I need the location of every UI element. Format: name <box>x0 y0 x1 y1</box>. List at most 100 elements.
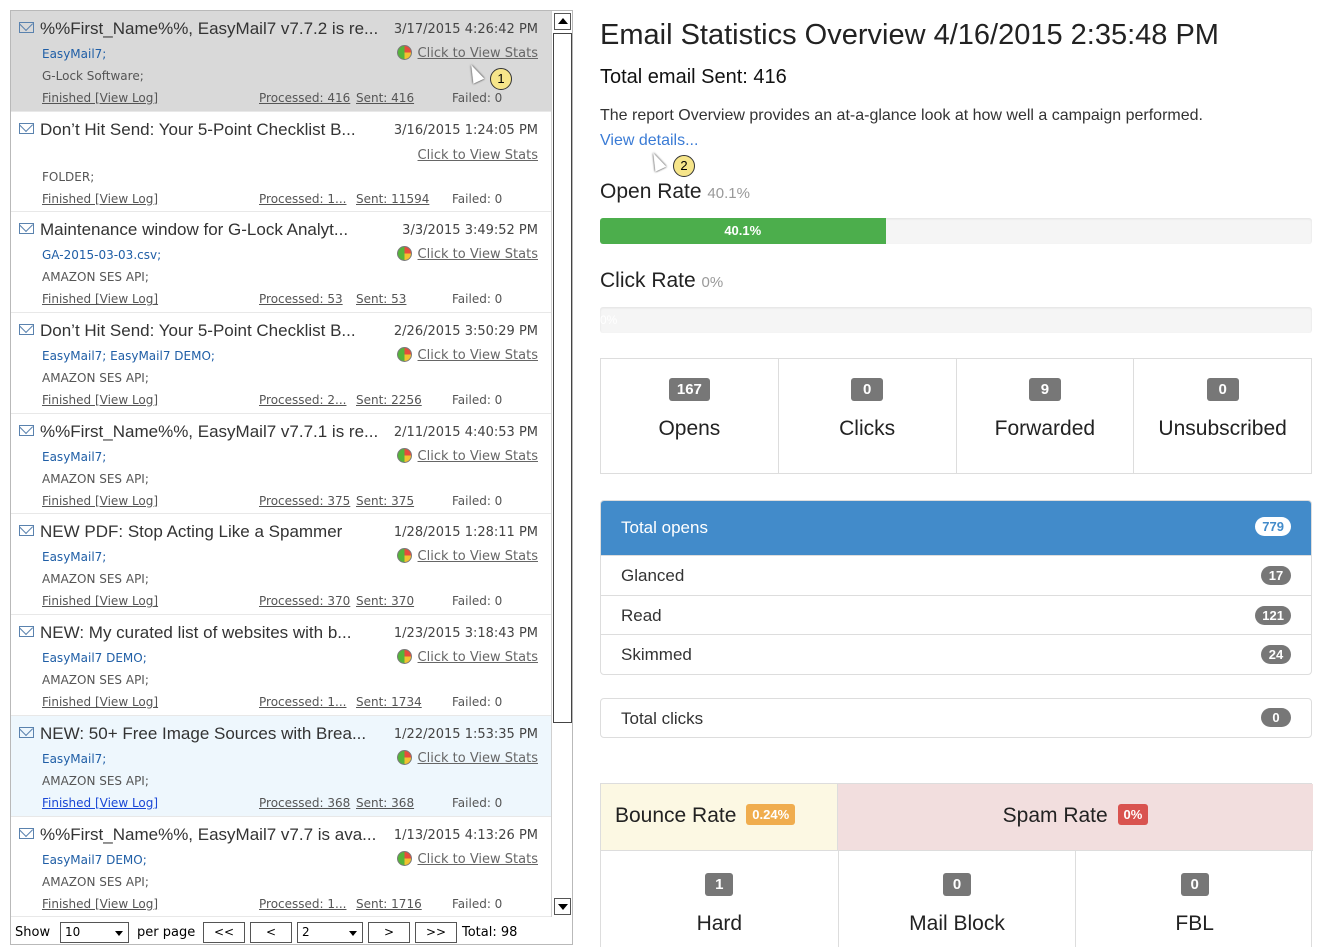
sent-link[interactable]: Sent: 416 <box>356 91 414 105</box>
mail-block-label: Mail Block <box>909 912 1005 935</box>
stats-pie-icon <box>396 749 412 765</box>
processed-link[interactable]: Processed: 370 <box>259 594 350 608</box>
processed-link[interactable]: Processed: 375 <box>259 494 350 508</box>
campaign-row[interactable]: NEW PDF: Stop Acting Like a Spammer 1/28/… <box>11 514 551 616</box>
campaign-sender: FOLDER; <box>42 169 95 184</box>
view-log-link[interactable]: Finished [View Log] <box>42 292 158 306</box>
view-log-link[interactable]: Finished [View Log] <box>42 494 158 508</box>
view-stats-text: Click to View Stats <box>417 549 538 565</box>
clicks-count: 0 <box>851 378 884 401</box>
prev-page-button[interactable]: < <box>250 922 292 943</box>
campaign-date: 1/13/2015 4:13:26 PM <box>393 827 538 843</box>
view-log-link[interactable]: Finished [View Log] <box>42 695 158 709</box>
sent-link[interactable]: Sent: 1716 <box>356 897 422 911</box>
sent-link[interactable]: Sent: 11594 <box>356 192 429 206</box>
sent-link[interactable]: Sent: 370 <box>356 594 414 608</box>
scroll-down-arrow-icon[interactable] <box>554 898 571 915</box>
failed-count: Failed: 0 <box>452 896 503 911</box>
scroll-up-arrow-icon[interactable] <box>554 13 571 30</box>
scrollbar-thumb[interactable] <box>553 33 572 723</box>
view-stats-link[interactable]: Click to View Stats <box>396 548 538 565</box>
hard-bounce-count: 1 <box>705 873 734 896</box>
processed-link[interactable]: Processed: 1... <box>259 192 346 206</box>
view-details-link[interactable]: View details... <box>600 132 698 150</box>
campaign-date: 2/26/2015 3:50:29 PM <box>393 324 538 340</box>
view-log-link[interactable]: Finished [View Log] <box>42 897 158 911</box>
bounce-spam-panel: Bounce Rate 0.24% Spam Rate 0% 1 Hard 0 … <box>600 783 1313 947</box>
processed-link[interactable]: Processed: 1... <box>259 897 346 911</box>
processed-link[interactable]: Processed: 368 <box>259 796 350 810</box>
view-log-link[interactable]: Finished [View Log] <box>42 91 158 105</box>
unsubscribed-count: 0 <box>1206 378 1239 401</box>
sent-link[interactable]: Sent: 368 <box>356 796 414 810</box>
view-log-link[interactable]: Finished [View Log] <box>42 393 158 407</box>
campaign-row[interactable]: Maintenance window for G-Lock Analyt... 3… <box>11 212 551 314</box>
view-stats-text: Click to View Stats <box>417 851 538 867</box>
page-value: 2 <box>302 925 310 939</box>
campaign-subject-text: Maintenance window for G-Lock Analyt... <box>40 220 349 240</box>
campaign-row[interactable]: %%First_Name%%, EasyMail7 v7.7 is ava...… <box>11 817 551 917</box>
view-stats-link[interactable]: Click to View Stats <box>396 246 538 262</box>
failed-count: Failed: 0 <box>452 91 503 105</box>
view-stats-link[interactable]: Click to View Stats <box>396 447 538 464</box>
last-page-button[interactable]: >> <box>415 922 457 943</box>
sent-link[interactable]: Sent: 2256 <box>356 393 422 407</box>
campaign-date: 3/17/2015 4:26:42 PM <box>393 22 538 37</box>
campaign-row[interactable]: NEW: My curated list of websites with b.… <box>11 615 551 716</box>
view-log-link[interactable]: Finished [View Log] <box>42 796 158 810</box>
sent-link[interactable]: Sent: 1734 <box>356 695 422 709</box>
processed-link[interactable]: Processed: 53 <box>259 292 343 306</box>
vertical-scrollbar[interactable] <box>551 11 572 917</box>
opens-count-cell: 167 Opens <box>601 359 779 473</box>
view-stats-link[interactable]: Click to View Stats <box>396 45 538 61</box>
campaign-row[interactable]: Don’t Hit Send: Your 5-Point Checklist B… <box>11 112 551 213</box>
mail-block-cell: 0 Mail Block <box>839 851 1077 947</box>
view-log-link[interactable]: Finished [View Log] <box>42 192 158 206</box>
unsubscribed-label: Unsubscribed <box>1158 417 1287 440</box>
hard-bounce-label: Hard <box>696 912 743 935</box>
total-clicks-count: 0 <box>1261 708 1291 727</box>
opens-item-glanced[interactable]: Glanced 17 <box>601 555 1311 595</box>
view-stats-link[interactable]: Click to View Stats <box>418 148 538 163</box>
summary-counts: 167 Opens 0 Clicks 9 Forwarded 0 Unsubsc… <box>600 358 1312 474</box>
envelope-icon <box>19 122 34 134</box>
per-page-select[interactable]: 10 <box>60 922 129 943</box>
hard-bounce-cell: 1 Hard <box>601 851 839 947</box>
sent-link[interactable]: Sent: 53 <box>356 292 406 306</box>
forwarded-count-cell: 9 Forwarded <box>957 359 1135 473</box>
opens-item-read[interactable]: Read 121 <box>601 594 1311 635</box>
stats-pie-icon <box>396 850 412 866</box>
failed-count: Failed: 0 <box>452 493 503 508</box>
view-stats-link[interactable]: Click to View Stats <box>396 749 538 766</box>
envelope-icon <box>19 626 34 638</box>
campaign-subject: %%First_Name%%, EasyMail7 v7.7.1 is re..… <box>19 422 399 442</box>
campaign-sender: AMAZON SES API; <box>42 773 149 788</box>
fbl-cell: 0 FBL <box>1076 851 1313 947</box>
total-clicks-panel[interactable]: Total clicks 0 <box>600 698 1312 738</box>
total-opens-header[interactable]: Total opens 779 <box>601 501 1311 555</box>
view-stats-link[interactable]: Click to View Stats <box>396 850 538 867</box>
page-select[interactable]: 2 <box>297 922 363 943</box>
callout-badge-2: 2 <box>673 155 695 177</box>
first-page-button[interactable]: << <box>203 922 245 943</box>
per-page-value: 10 <box>65 925 81 939</box>
campaign-row[interactable]: Don’t Hit Send: Your 5-Point Checklist B… <box>11 313 551 414</box>
next-page-button[interactable]: > <box>368 922 410 943</box>
view-stats-link[interactable]: Click to View Stats <box>396 347 538 363</box>
campaign-sender: AMAZON SES API; <box>42 874 149 889</box>
sent-link[interactable]: Sent: 375 <box>356 494 414 508</box>
view-log-link[interactable]: Finished [View Log] <box>42 594 158 608</box>
campaign-subject: Maintenance window for G-Lock Analyt... <box>19 220 399 240</box>
page-title: Email Statistics Overview 4/16/2015 2:35… <box>600 19 1219 51</box>
processed-link[interactable]: Processed: 2... <box>259 393 346 407</box>
campaign-subject-text: NEW: 50+ Free Image Sources with Brea... <box>40 723 367 743</box>
processed-link[interactable]: Processed: 1... <box>259 695 346 709</box>
campaign-row[interactable]: %%First_Name%%, EasyMail7 v7.7.1 is re..… <box>11 414 551 515</box>
campaign-row[interactable]: %%First_Name%%, EasyMail7 v7.7.2 is re..… <box>11 11 551 112</box>
opens-item-skimmed[interactable]: Skimmed 24 <box>601 634 1311 674</box>
campaign-row[interactable]: NEW: 50+ Free Image Sources with Brea...… <box>11 715 551 817</box>
campaign-lists: EasyMail7; <box>42 751 107 766</box>
view-stats-link[interactable]: Click to View Stats <box>396 649 538 665</box>
processed-link[interactable]: Processed: 416 <box>259 91 350 105</box>
bounce-rate-badge: 0.24% <box>746 804 796 825</box>
